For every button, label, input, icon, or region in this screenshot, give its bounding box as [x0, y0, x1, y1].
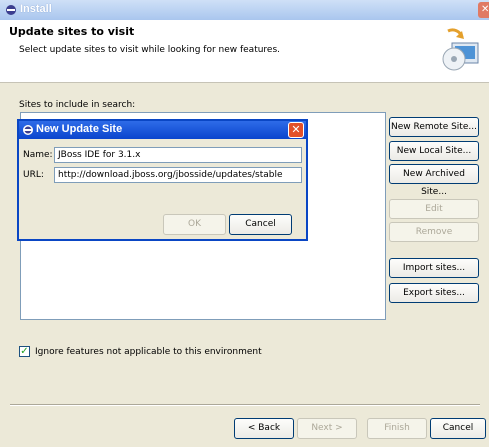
close-icon[interactable]: ✕	[288, 122, 304, 138]
update-wizard-icon	[442, 28, 479, 71]
ok-button[interactable]: OK	[163, 214, 226, 235]
edit-button[interactable]: Edit	[389, 199, 479, 219]
import-sites-button[interactable]: Import sites...	[389, 258, 479, 278]
eclipse-icon	[23, 125, 33, 135]
name-field[interactable]: JBoss IDE for 3.1.x	[54, 147, 302, 163]
url-field[interactable]: http://download.jboss.org/jbosside/updat…	[54, 167, 302, 183]
name-label: Name:	[23, 150, 53, 160]
new-local-site-button[interactable]: New Local Site...	[389, 141, 479, 161]
new-update-site-dialog: New Update Site ✕ Name: JBoss IDE for 3.…	[17, 119, 308, 241]
close-icon[interactable]: ✕	[478, 2, 489, 18]
wizard-header: Update sites to visit Select update site…	[0, 20, 489, 83]
remove-button[interactable]: Remove	[389, 222, 479, 242]
ignore-features-label: Ignore features not applicable to this e…	[35, 347, 262, 357]
eclipse-icon	[6, 5, 16, 15]
finish-button[interactable]: Finish	[367, 418, 427, 439]
dialog-title-bar: New Update Site ✕	[19, 121, 306, 139]
back-button[interactable]: < Back	[234, 418, 294, 439]
dialog-cancel-button[interactable]: Cancel	[229, 214, 292, 235]
window-title: Install	[20, 3, 52, 15]
next-button[interactable]: Next >	[297, 418, 357, 439]
footer-separator	[10, 404, 480, 406]
export-sites-button[interactable]: Export sites...	[389, 283, 479, 303]
page-description: Select update sites to visit while looki…	[19, 45, 281, 55]
new-remote-site-button[interactable]: New Remote Site...	[389, 117, 479, 137]
sites-label: Sites to include in search:	[19, 100, 136, 110]
page-title: Update sites to visit	[9, 25, 135, 38]
install-wizard-window: Install ✕ Update sites to visit Select u…	[0, 0, 489, 447]
dialog-title: New Update Site	[36, 123, 123, 135]
ignore-features-checkbox[interactable]: ✓	[19, 346, 30, 357]
title-bar: Install ✕	[0, 0, 489, 20]
new-archived-site-button[interactable]: New Archived Site...	[389, 164, 479, 197]
cancel-button[interactable]: Cancel	[430, 418, 486, 439]
url-label: URL:	[23, 170, 44, 180]
